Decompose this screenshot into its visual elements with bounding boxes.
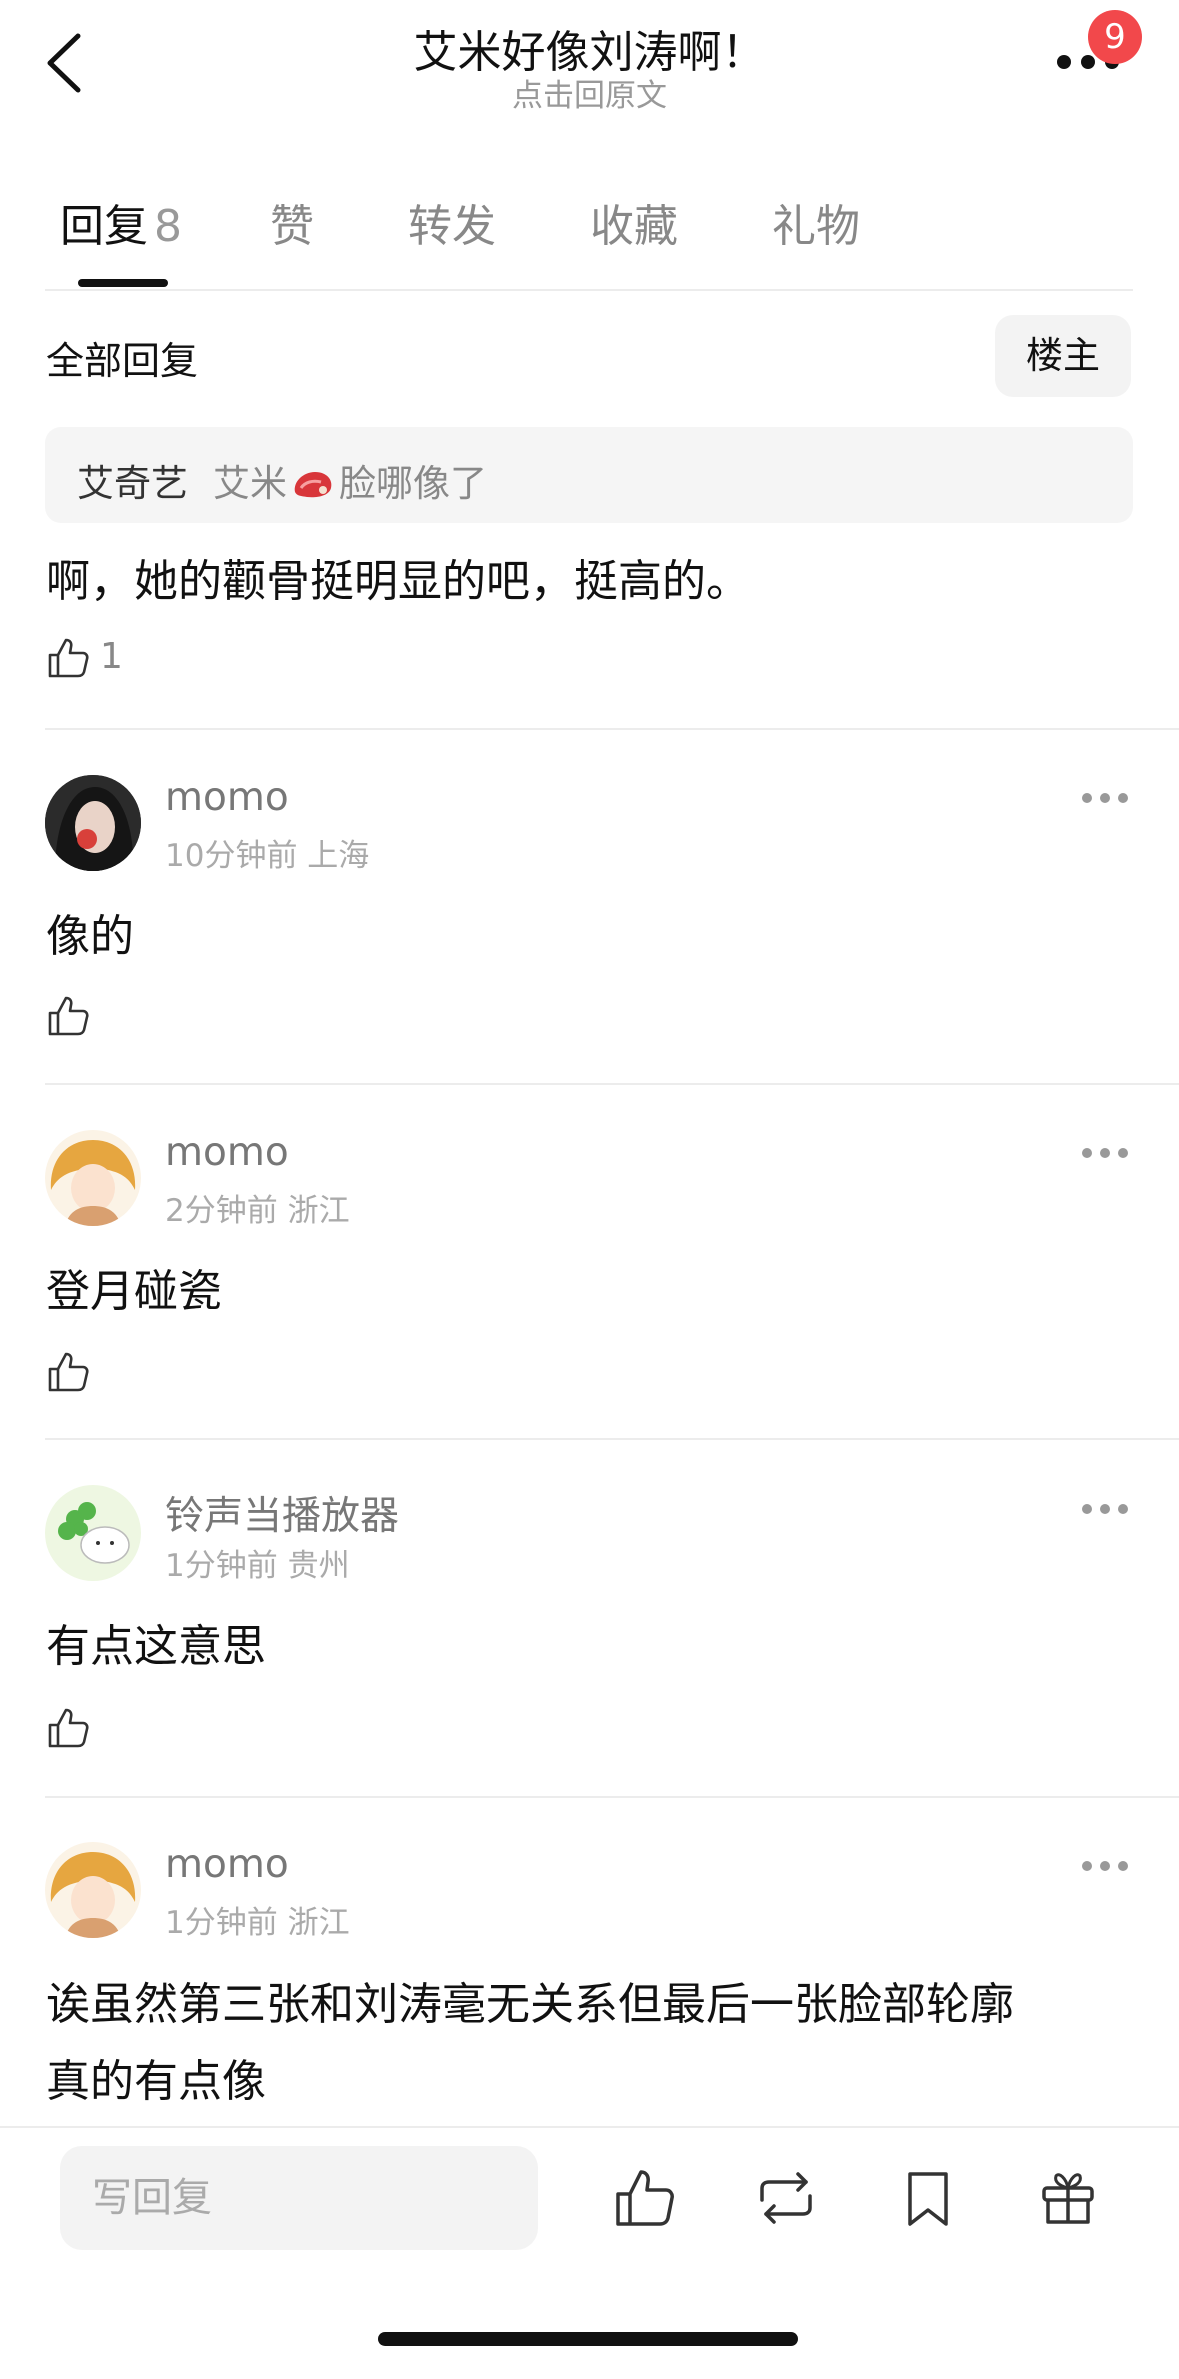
comment-menu-icon[interactable] bbox=[1080, 1146, 1130, 1160]
comment-meta: 1分钟前 贵州 bbox=[165, 1548, 350, 1584]
quoted-reply[interactable]: 艾奇艺 艾米 脸哪像了 bbox=[45, 427, 1133, 523]
thumbs-up-icon[interactable] bbox=[46, 1706, 90, 1750]
divider bbox=[45, 1083, 1179, 1085]
avatar[interactable] bbox=[45, 1130, 141, 1226]
comment-author[interactable]: 铃声当播放器 bbox=[165, 1485, 399, 1541]
comment-menu-icon[interactable] bbox=[1080, 1859, 1130, 1873]
comment-meta: 10分钟前 上海 bbox=[165, 838, 370, 874]
tab-replies-count: 8 bbox=[154, 201, 182, 252]
quoted-author[interactable]: 艾奇艺 bbox=[77, 453, 188, 507]
quoted-text-after: 脸哪像了 bbox=[339, 462, 487, 505]
meat-emoji-icon bbox=[294, 472, 332, 498]
comment-author[interactable]: momo bbox=[165, 1842, 289, 1887]
comment-text: 像的 bbox=[46, 911, 134, 962]
tab-likes[interactable]: 赞 bbox=[270, 190, 314, 254]
comment-text: 登月碰瓷 bbox=[46, 1266, 222, 1317]
divider bbox=[45, 1438, 1179, 1440]
quoted-text: 艾米 脸哪像了 bbox=[213, 453, 487, 507]
thumbs-up-icon[interactable] bbox=[46, 1350, 90, 1394]
like-count: 1 bbox=[100, 636, 123, 677]
tab-replies-label: 回复 bbox=[60, 201, 148, 252]
active-tab-indicator bbox=[78, 279, 168, 287]
thumbs-up-icon[interactable] bbox=[612, 2166, 676, 2230]
tab-reposts[interactable]: 转发 bbox=[408, 190, 496, 254]
quoted-text-before: 艾米 bbox=[213, 462, 287, 505]
tab-replies[interactable]: 回复 8 bbox=[60, 190, 182, 254]
divider bbox=[45, 728, 1179, 730]
gift-icon[interactable] bbox=[1036, 2166, 1100, 2230]
thumbs-up-icon[interactable] bbox=[46, 994, 90, 1038]
avatar[interactable] bbox=[45, 1485, 141, 1581]
notification-badge: 9 bbox=[1088, 10, 1142, 64]
divider bbox=[45, 1796, 1179, 1798]
comment-author[interactable]: momo bbox=[165, 775, 289, 820]
avatar[interactable] bbox=[45, 775, 141, 871]
comment-meta: 2分钟前 浙江 bbox=[165, 1193, 350, 1229]
comment-author[interactable]: momo bbox=[165, 1130, 289, 1175]
reply-input[interactable]: 写回复 bbox=[60, 2146, 538, 2250]
bookmark-icon[interactable] bbox=[896, 2166, 960, 2230]
thumbs-up-icon[interactable] bbox=[46, 636, 90, 680]
comment-text-line: 诶虽然第三张和刘涛毫无关系但最后一张脸部轮廓 bbox=[46, 1979, 1014, 2030]
reply-text: 啊，她的颧骨挺明显的吧，挺高的。 bbox=[46, 556, 750, 607]
tab-favorites[interactable]: 收藏 bbox=[590, 190, 678, 254]
divider bbox=[0, 2126, 1179, 2128]
avatar[interactable] bbox=[45, 1842, 141, 1938]
repost-icon[interactable] bbox=[754, 2166, 818, 2230]
divider bbox=[45, 289, 1133, 291]
comment-menu-icon[interactable] bbox=[1080, 791, 1130, 805]
home-indicator bbox=[378, 2332, 798, 2346]
comment-text-line: 真的有点像 bbox=[46, 2056, 266, 2107]
back-to-original-link[interactable]: 点击回原文 bbox=[0, 70, 1179, 115]
comment-menu-icon[interactable] bbox=[1080, 1502, 1130, 1516]
header: 艾米好像刘涛啊！ 点击回原文 9 bbox=[0, 0, 1179, 140]
comment-meta: 1分钟前 浙江 bbox=[165, 1905, 350, 1941]
comment-text: 有点这意思 bbox=[46, 1621, 266, 1672]
owner-filter-button[interactable]: 楼主 bbox=[995, 315, 1131, 397]
tab-bar: 回复 8 赞 转发 收藏 礼物 bbox=[0, 190, 1179, 290]
tab-gifts[interactable]: 礼物 bbox=[772, 190, 860, 254]
section-title: 全部回复 bbox=[46, 339, 199, 383]
